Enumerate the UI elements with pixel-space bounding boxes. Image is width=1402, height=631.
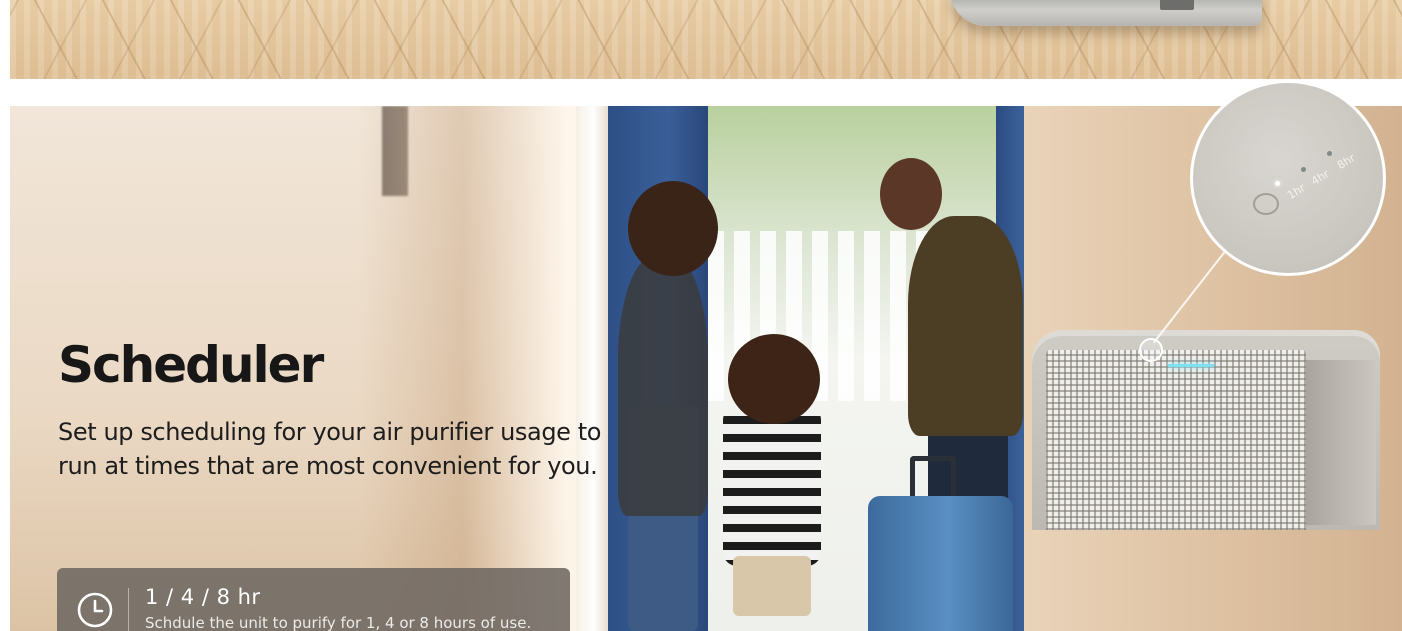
timer-8hr-label: 8hr (1335, 151, 1358, 173)
timer-1hr-led (1275, 181, 1280, 186)
picture-frame-edge (382, 106, 408, 196)
suitcase (868, 496, 1013, 631)
page-title: Scheduler (58, 336, 324, 394)
timer-1hr-label: 1hr (1285, 181, 1308, 203)
man-figure (908, 216, 1023, 436)
timer-4hr-label: 4hr (1309, 167, 1332, 189)
timer-4hr-led (1301, 167, 1306, 172)
purifier-base-image (950, 0, 1262, 26)
air-purifier-grille (1046, 350, 1306, 530)
feature-title: 1 / 4 / 8 hr (145, 585, 261, 609)
control-panel-zoom-callout: 8hr 4hr 1hr (1190, 80, 1386, 276)
door-jamb (576, 106, 608, 631)
woman-figure (618, 256, 708, 516)
feature-info-card: 1 / 4 / 8 hr Schdule the unit to purify … (57, 568, 570, 631)
child-figure-shorts (733, 556, 811, 616)
timer-8hr-led (1327, 151, 1332, 156)
feature-description: Schdule the unit to purify for 1, 4 or 8… (145, 614, 532, 631)
page-subtitle: Set up scheduling for your air purifier … (58, 418, 602, 480)
purifier-foot-image (1160, 0, 1194, 10)
floor-banner-image (10, 0, 1402, 79)
woman-figure-head (628, 181, 718, 276)
control-panel-highlight (1139, 338, 1163, 362)
clock-icon (1253, 193, 1279, 215)
clock-icon (77, 592, 113, 628)
child-figure (723, 406, 821, 566)
child-figure-head (728, 334, 820, 424)
family-doorway-photo (608, 106, 1024, 631)
card-divider (128, 588, 129, 631)
air-purifier-side (1306, 360, 1376, 525)
indicator-light (1168, 364, 1214, 367)
man-figure-head (880, 158, 942, 230)
